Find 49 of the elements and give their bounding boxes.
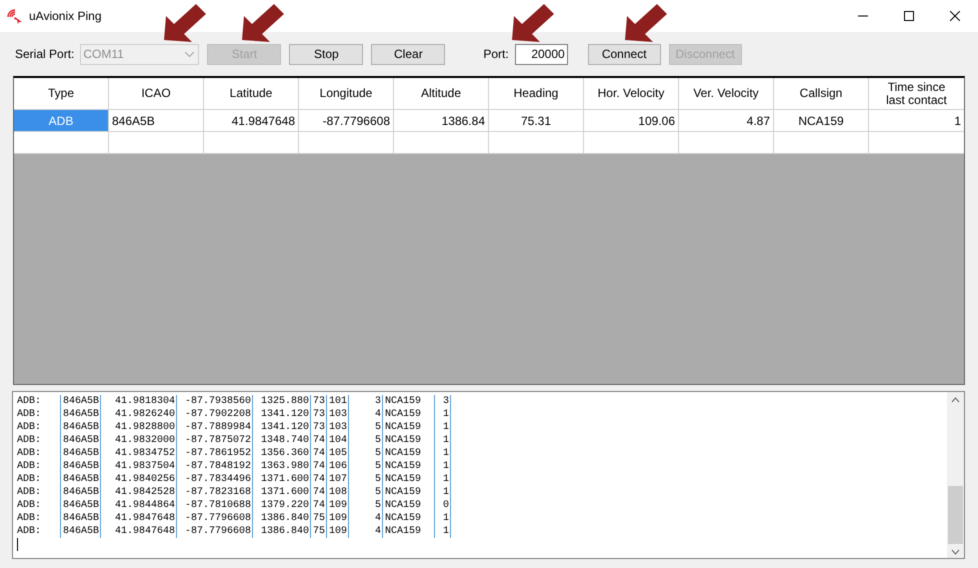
log-line: ADB: 846A5B 41.9826240 -87.7902208 1341.120 73 103 4 NCA159 1: [17, 408, 452, 421]
scrollbar-thumb[interactable]: [948, 486, 963, 544]
column-header[interactable]: Ver. Velocity: [679, 78, 774, 110]
log-line: ADB: 846A5B 41.9840256 -87.7834496 1371.600 74 107 5 NCA159 1: [17, 473, 452, 486]
log-line: ADB: 846A5B 41.9844864 -87.7810688 1379.220 74 109 5 NCA159 0: [17, 499, 452, 512]
table-cell[interactable]: 846A5B: [109, 110, 204, 132]
log-line: ADB: 846A5B 41.9847648 -87.7796608 1386.840 75 109 4 NCA159 1: [17, 525, 452, 538]
table-cell[interactable]: 1: [869, 110, 964, 132]
annotation-arrow-icon: [623, 2, 669, 42]
serial-port-label: Serial Port:: [15, 47, 74, 61]
table-cell[interactable]: NCA159: [774, 110, 869, 132]
connection-button[interactable]: Connect: [588, 44, 661, 64]
column-header[interactable]: Longitude: [299, 78, 394, 110]
close-icon: [950, 11, 960, 21]
table-cell[interactable]: 41.9847648: [204, 110, 299, 132]
table-cell[interactable]: 75.31: [489, 110, 584, 132]
table-cell[interactable]: 4.87: [679, 110, 774, 132]
log-line: ADB: 846A5B 41.9847648 -87.7796608 1386.840 75 109 4 NCA159 1: [17, 512, 452, 525]
annotation-arrow-icon: [510, 2, 556, 42]
chevron-down-icon: [185, 52, 194, 56]
column-header[interactable]: Latitude: [204, 78, 299, 110]
maximize-icon: [904, 11, 914, 21]
toolbar-button[interactable]: Clear: [371, 44, 446, 64]
port-input[interactable]: 20000: [514, 44, 568, 64]
log-line: ADB: 846A5B 41.9818304 -87.7938560 1325.880 73 101 3 NCA159 3: [17, 395, 452, 408]
log-line: ADB: 846A5B 41.9828800 -87.7889984 1341.120 73 103 5 NCA159 1: [17, 421, 452, 434]
scrollbar[interactable]: [947, 392, 964, 558]
toolbar-button[interactable]: Stop: [289, 44, 364, 64]
text-cursor: [17, 538, 18, 551]
column-header[interactable]: Time since last contact: [869, 78, 964, 110]
table-cell[interactable]: 109.06: [584, 110, 679, 132]
annotation-arrow-icon: [240, 2, 286, 42]
column-header[interactable]: Type: [14, 78, 109, 110]
log-line: ADB: 846A5B 41.9842528 -87.7823168 1371.600 74 108 5 NCA159 1: [17, 486, 452, 499]
log-text-area[interactable]: [12, 391, 965, 559]
log-line: ADB: 846A5B 41.9837504 -87.7848192 1363.980 74 106 5 NCA159 1: [17, 460, 452, 473]
column-header[interactable]: Altitude: [394, 78, 489, 110]
table-cell[interactable]: -87.7796608: [299, 110, 394, 132]
log-line: ADB: 846A5B 41.9834752 -87.7861952 1356.360 74 105 5 NCA159 1: [17, 447, 452, 460]
column-header[interactable]: Heading: [489, 78, 584, 110]
port-label: Port:: [483, 47, 509, 61]
table-cell[interactable]: 1386.84: [394, 110, 489, 132]
annotation-arrow-icon: [162, 2, 208, 42]
window-title: uAvionix Ping: [29, 9, 102, 23]
column-header[interactable]: Callsign: [774, 78, 869, 110]
column-header[interactable]: ICAO: [109, 78, 204, 110]
log-line: ADB: 846A5B 41.9832000 -87.7875072 1348.740 74 104 5 NCA159 1: [17, 434, 452, 447]
signal-plane-icon: [7, 8, 23, 24]
column-header[interactable]: Hor. Velocity: [584, 78, 679, 110]
